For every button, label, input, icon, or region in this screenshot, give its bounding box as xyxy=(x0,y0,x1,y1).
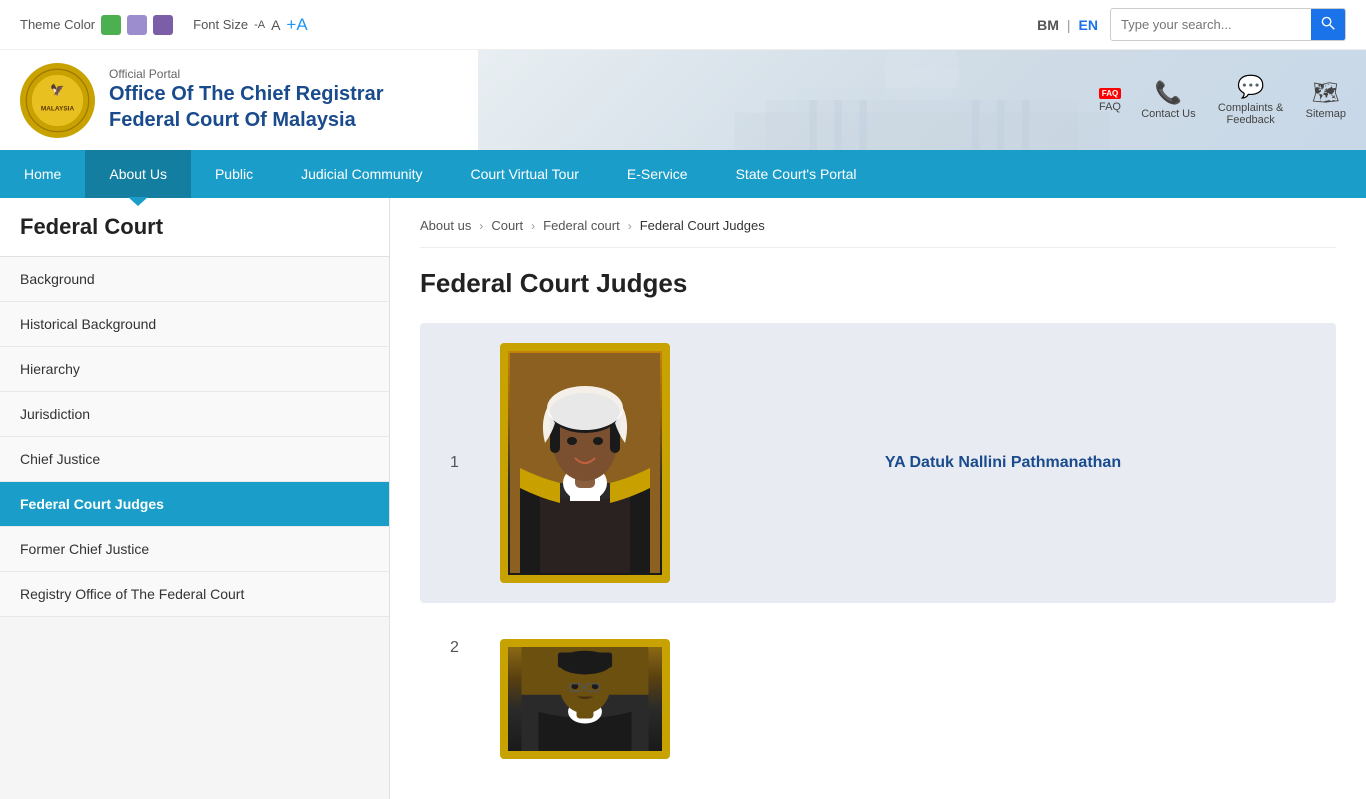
page-title: Federal Court Judges xyxy=(420,268,1336,299)
top-right-section: BM | EN xyxy=(1037,8,1346,41)
breadcrumb-federal-court[interactable]: Federal court xyxy=(543,218,620,233)
sidebar: Federal Court Background Historical Back… xyxy=(0,198,390,799)
complaints-icon: 💬 xyxy=(1237,74,1264,100)
breadcrumb-sep-3: › xyxy=(628,219,632,233)
lang-en-button[interactable]: EN xyxy=(1079,17,1098,33)
font-medium-button[interactable]: A xyxy=(271,17,280,33)
complaints-button[interactable]: 💬 Complaints & Feedback xyxy=(1216,74,1286,126)
sidebar-item-hierarchy[interactable]: Hierarchy xyxy=(0,347,389,392)
faq-label: FAQ xyxy=(1099,101,1121,113)
sidebar-item-jurisdiction[interactable]: Jurisdiction xyxy=(0,392,389,437)
faq-icon: FAQ xyxy=(1099,87,1121,99)
lang-bm-button[interactable]: BM xyxy=(1037,17,1059,33)
nav-state-courts-portal[interactable]: State Court's Portal xyxy=(712,150,881,198)
office-title: Office Of The Chief Registrar Federal Co… xyxy=(109,81,384,133)
svg-text:MALAYSIA: MALAYSIA xyxy=(41,105,75,112)
judge-portrait-svg-1 xyxy=(510,353,660,573)
search-button[interactable] xyxy=(1311,9,1345,40)
crest-svg: 🦅 MALAYSIA xyxy=(25,68,90,133)
header-text: Official Portal Office Of The Chief Regi… xyxy=(109,67,384,133)
nav-about-us[interactable]: About Us xyxy=(85,150,191,198)
official-portal-label: Official Portal xyxy=(109,67,384,81)
judge-portrait-2 xyxy=(500,639,670,759)
judge-portrait-image-1 xyxy=(508,351,662,575)
sidebar-title: Federal Court xyxy=(0,198,389,257)
sitemap-button[interactable]: 🗺 Sitemap xyxy=(1306,80,1346,120)
sidebar-item-federal-court-judges[interactable]: Federal Court Judges xyxy=(0,482,389,527)
theme-green-swatch[interactable] xyxy=(101,15,121,35)
judge-name-1: YA Datuk Nallini Pathmanathan xyxy=(885,454,1121,472)
judge-portrait-image-2 xyxy=(508,647,662,751)
sidebar-item-background[interactable]: Background xyxy=(0,257,389,302)
phone-icon: 📞 xyxy=(1155,80,1182,106)
judge-number-1: 1 xyxy=(450,454,470,472)
sitemap-label: Sitemap xyxy=(1306,108,1346,120)
font-size-label: Font Size xyxy=(193,17,248,32)
nav-court-virtual-tour[interactable]: Court Virtual Tour xyxy=(446,150,602,198)
judge-portrait-svg-2 xyxy=(510,644,660,754)
lang-divider: | xyxy=(1067,17,1071,33)
nav-public[interactable]: Public xyxy=(191,150,277,198)
sidebar-item-registry-office[interactable]: Registry Office of The Federal Court xyxy=(0,572,389,617)
breadcrumb-sep-1: › xyxy=(479,219,483,233)
theme-color-label: Theme Color xyxy=(20,17,95,32)
breadcrumb: About us › Court › Federal court › Feder… xyxy=(420,218,1336,248)
judge-number-2: 2 xyxy=(450,639,470,657)
breadcrumb-sep-2: › xyxy=(531,219,535,233)
contact-button[interactable]: 📞 Contact Us xyxy=(1141,80,1195,120)
sidebar-item-chief-justice[interactable]: Chief Justice xyxy=(0,437,389,482)
header: 🦅 MALAYSIA Official Portal Office Of The… xyxy=(0,50,1366,150)
nav-e-service[interactable]: E-Service xyxy=(603,150,712,198)
main-layout: Federal Court Background Historical Back… xyxy=(0,198,1366,799)
contact-label: Contact Us xyxy=(1141,108,1195,120)
sidebar-item-former-chief-justice[interactable]: Former Chief Justice xyxy=(0,527,389,572)
nav-judicial-community[interactable]: Judicial Community xyxy=(277,150,446,198)
search-input[interactable] xyxy=(1111,11,1311,38)
judge-card-2: 2 xyxy=(420,619,1336,779)
judge-info-1: YA Datuk Nallini Pathmanathan xyxy=(700,454,1306,472)
sidebar-item-historical-background[interactable]: Historical Background xyxy=(0,302,389,347)
judge-portrait-1 xyxy=(500,343,670,583)
content-area: About us › Court › Federal court › Feder… xyxy=(390,198,1366,799)
judge-card-1: 1 xyxy=(420,323,1336,603)
breadcrumb-current: Federal Court Judges xyxy=(640,218,765,233)
font-large-button[interactable]: +A xyxy=(286,15,307,35)
breadcrumb-about-us[interactable]: About us xyxy=(420,218,471,233)
font-small-button[interactable]: -A xyxy=(254,19,265,31)
svg-text:🦅: 🦅 xyxy=(50,83,65,97)
faq-button[interactable]: FAQ FAQ xyxy=(1099,87,1121,113)
complaints-label: Complaints & Feedback xyxy=(1216,102,1286,126)
breadcrumb-court[interactable]: Court xyxy=(491,218,523,233)
sitemap-icon: 🗺 xyxy=(1312,80,1340,106)
top-bar: Theme Color Font Size -A A +A BM | EN xyxy=(0,0,1366,50)
logo: 🦅 MALAYSIA xyxy=(20,63,95,138)
header-left: 🦅 MALAYSIA Official Portal Office Of The… xyxy=(20,63,384,138)
search-bar xyxy=(1110,8,1346,41)
main-nav: Home About Us Public Judicial Community … xyxy=(0,150,1366,198)
header-right: FAQ FAQ 📞 Contact Us 💬 Complaints & Feed… xyxy=(1099,74,1346,126)
theme-purple-dark-swatch[interactable] xyxy=(153,15,173,35)
theme-purple-light-swatch[interactable] xyxy=(127,15,147,35)
nav-home[interactable]: Home xyxy=(0,150,85,198)
